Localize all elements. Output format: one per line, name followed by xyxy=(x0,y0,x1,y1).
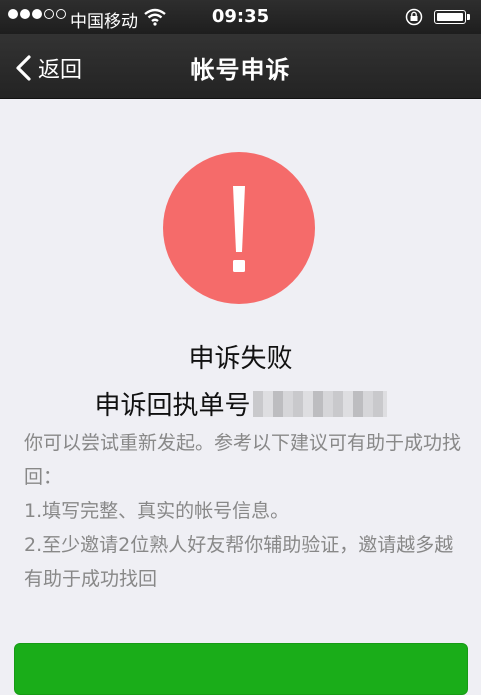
receipt-number-row: 申诉回执单号 xyxy=(0,385,481,422)
navigation-bar: 返回 帐号申诉 xyxy=(0,34,481,99)
rotation-lock-icon xyxy=(405,8,423,26)
confirm-button[interactable] xyxy=(14,643,468,695)
status-bar: 中国移动 09:35 xyxy=(0,0,481,34)
tips-intro: 你可以尝试重新发起。参考以下建议可有助于成功找回： xyxy=(24,432,462,488)
page-title: 帐号申诉 xyxy=(190,56,291,84)
result-title: 申诉失败 xyxy=(188,344,293,374)
tip-item: 1.填写完整、真实的帐号信息。 xyxy=(24,500,290,522)
suggestion-tips: 你可以尝试重新发起。参考以下建议可有助于成功找回： 1.填写完整、真实的帐号信息… xyxy=(24,426,464,596)
exclamation-icon xyxy=(163,152,315,304)
tip-item: 2.至少邀请2位熟人好友帮你辅助验证，邀请越多越有助于成功找回 xyxy=(24,534,454,590)
battery-icon xyxy=(434,10,466,24)
receipt-number-redacted xyxy=(252,390,387,417)
receipt-number-label: 申诉回执单号 xyxy=(94,391,251,421)
battery-tip xyxy=(467,14,470,20)
